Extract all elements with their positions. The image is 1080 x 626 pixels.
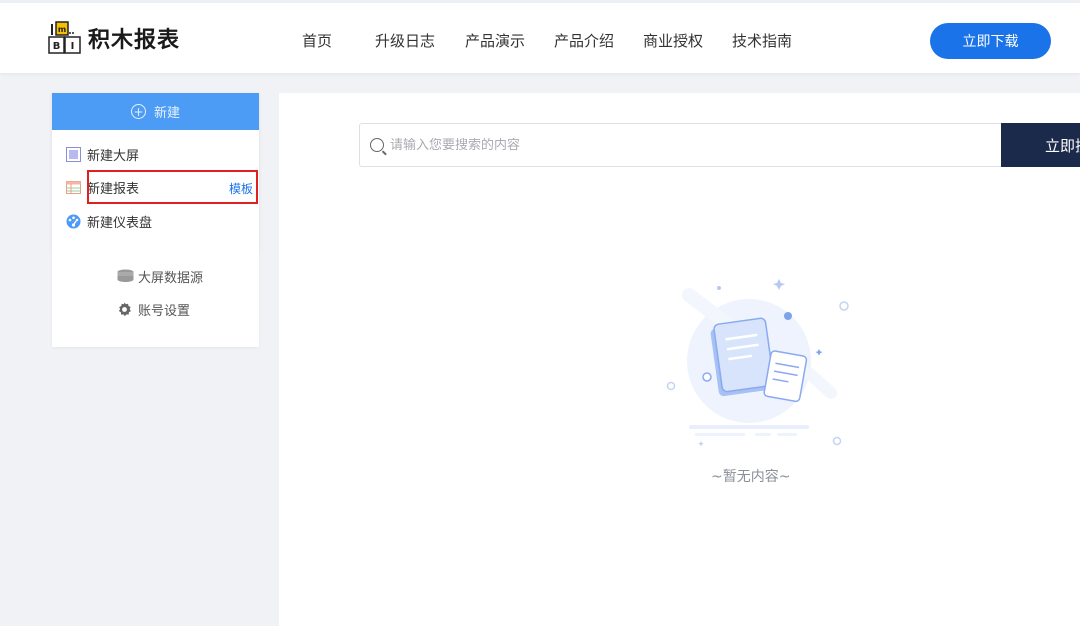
nav-demo[interactable]: 产品演示 <box>465 30 525 51</box>
svg-text:I: I <box>71 41 75 52</box>
gear-icon <box>117 302 132 317</box>
empty-state-illustration <box>666 279 849 447</box>
nav-changelog[interactable]: 升级日志 <box>375 30 435 51</box>
screen-icon <box>66 146 81 162</box>
search-input[interactable] <box>390 137 950 153</box>
search-box[interactable] <box>359 123 1002 167</box>
template-link[interactable]: 模板 <box>229 180 253 197</box>
sidebar-item-label: 大屏数据源 <box>138 270 204 286</box>
sidebar-item-label: 新建仪表盘 <box>87 215 153 231</box>
database-icon <box>117 269 134 284</box>
plus-circle-icon: + <box>130 104 146 119</box>
logo-bi-icon: m B I <box>48 21 84 55</box>
logo[interactable]: m B I 积木报表 <box>48 21 180 55</box>
search-icon <box>370 138 384 152</box>
sidebar-item-screen-datasource[interactable]: 大屏数据源 <box>117 266 203 286</box>
empty-state-text: ~暂无内容~ <box>711 469 791 485</box>
table-icon <box>66 180 81 195</box>
sidebar-item-new-dashboard[interactable]: 新建仪表盘 <box>66 211 152 231</box>
top-header: m B I 积木报表 首页 升级日志 产品演示 产品介绍 商业授权 技术指南 立… <box>0 0 1080 73</box>
sidebar-item-label: 新建大屏 <box>87 148 140 164</box>
logo-text: 积木报表 <box>88 28 181 53</box>
download-button[interactable]: 立即下载 <box>930 23 1051 59</box>
new-button[interactable]: + 新建 <box>52 93 259 130</box>
sidebar-item-new-screen[interactable]: 新建大屏 <box>66 144 139 164</box>
new-button-label: 新建 <box>153 106 180 121</box>
nav-home[interactable]: 首页 <box>302 30 332 51</box>
nav-product-intro[interactable]: 产品介绍 <box>554 30 614 51</box>
svg-text:B: B <box>53 41 61 52</box>
search-button[interactable]: 立即搜 <box>1001 123 1080 167</box>
sidebar-item-label: 账号设置 <box>138 303 191 319</box>
dashboard-icon <box>66 214 81 229</box>
sidebar-item-account-settings[interactable]: 账号设置 <box>117 299 190 319</box>
svg-text:m: m <box>58 25 66 34</box>
main-content: 立即搜 <box>279 93 1080 626</box>
nav-tech-guide[interactable]: 技术指南 <box>732 30 792 51</box>
nav-commercial-license[interactable]: 商业授权 <box>643 30 703 51</box>
